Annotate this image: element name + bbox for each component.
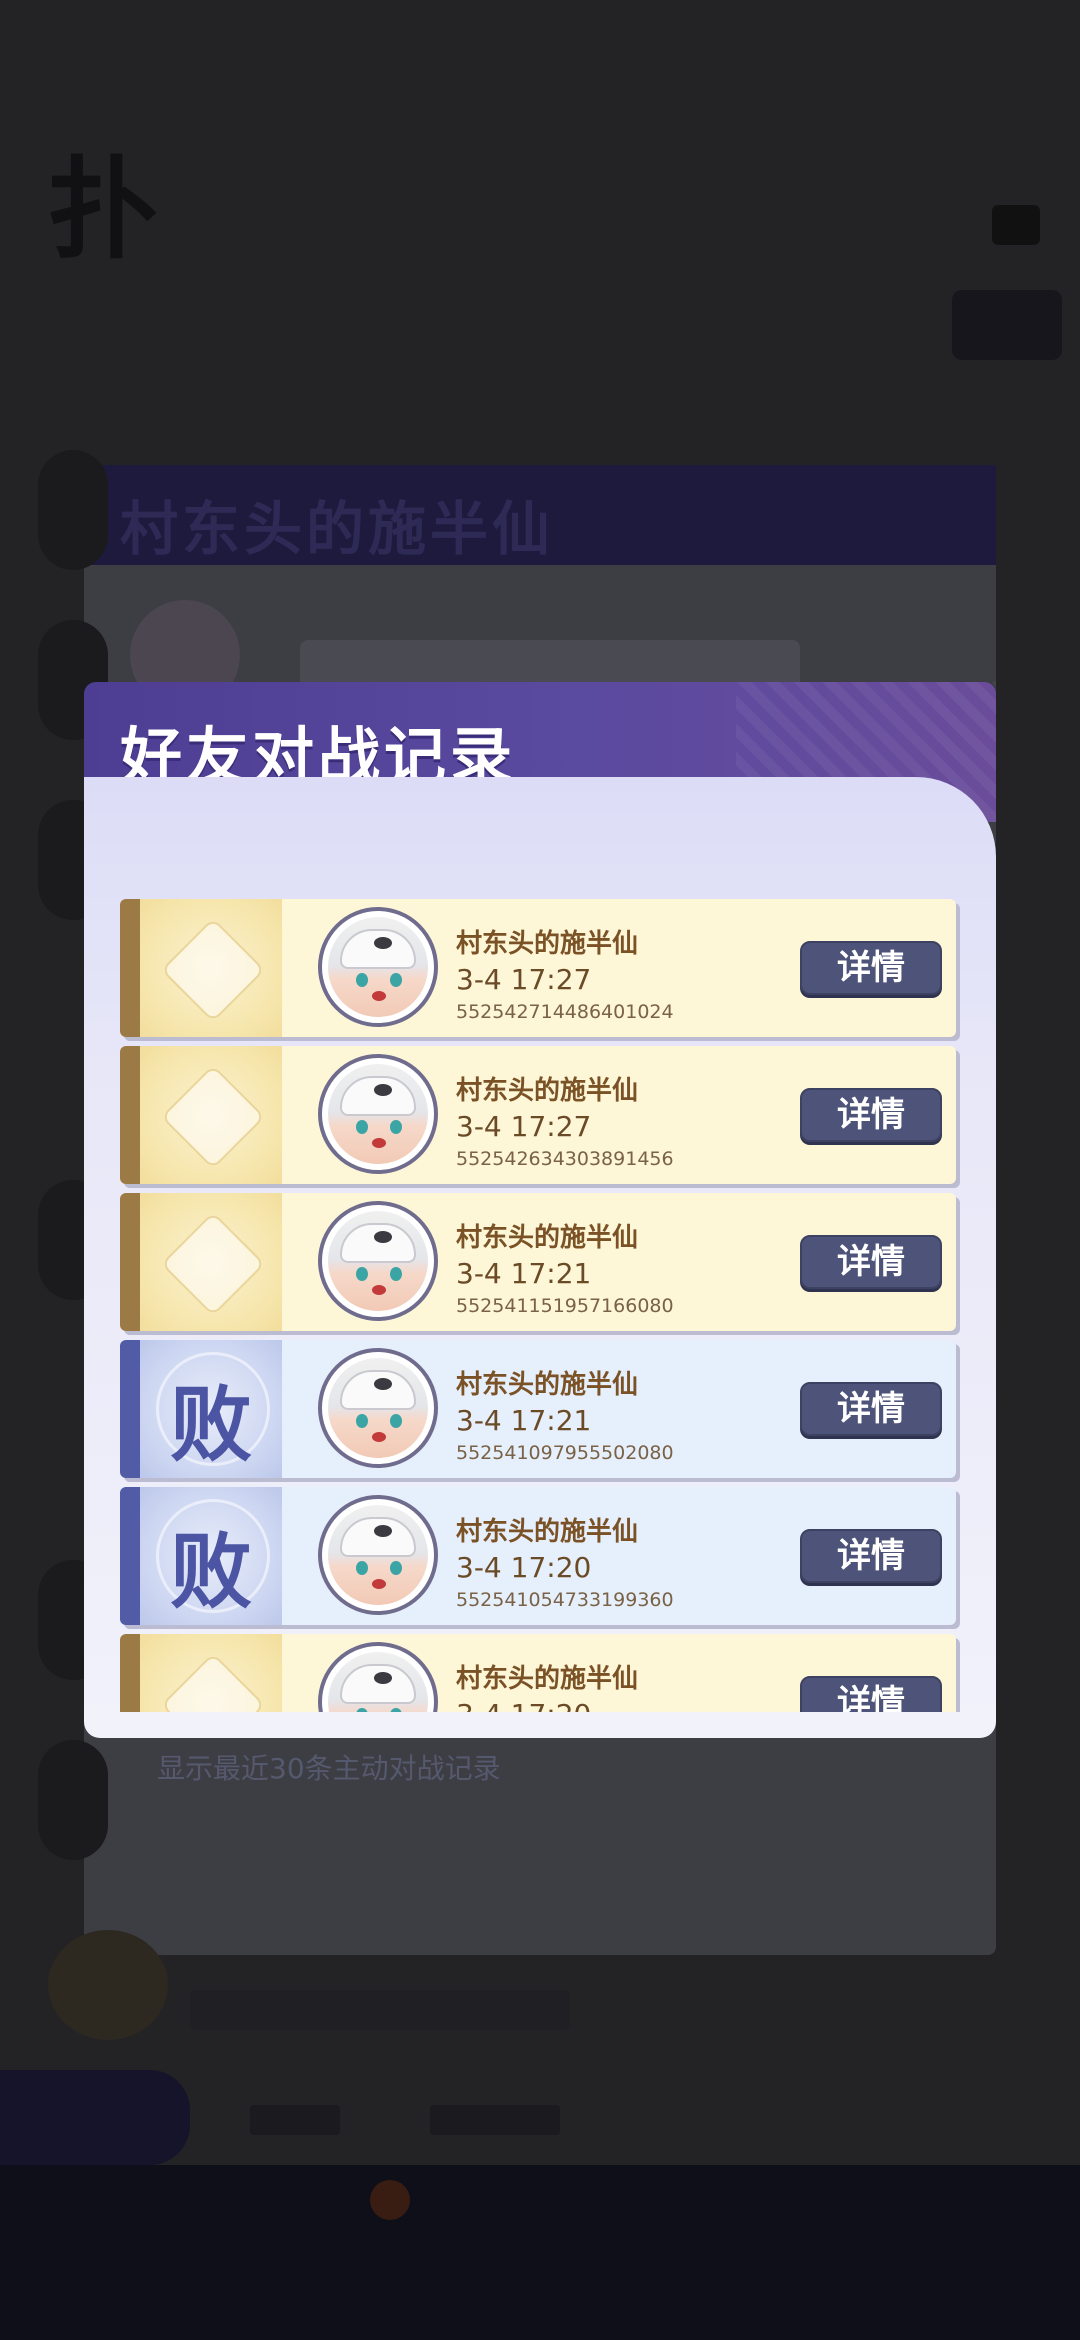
result-badge bbox=[140, 1046, 282, 1184]
result-stripe bbox=[120, 899, 140, 1037]
detail-button[interactable]: 详情 bbox=[800, 1529, 942, 1583]
battle-time: 3-4 17:21 bbox=[456, 1404, 592, 1437]
result-badge bbox=[140, 899, 282, 1037]
background-tab-active bbox=[0, 2070, 190, 2165]
win-diamond-icon bbox=[160, 1652, 266, 1712]
record-row: 败 村东头的施半仙 3-4 17:20 552541054733199360 详… bbox=[120, 1487, 956, 1625]
footer-note: 显示最近30条主动对战记录 bbox=[157, 1752, 501, 1785]
battle-time: 3-4 17:20 bbox=[456, 1551, 592, 1584]
result-label: 败 bbox=[169, 1377, 252, 1473]
battle-record-modal: 好友对战记录 村东头的施半仙 3-4 17:27 552542714486401… bbox=[84, 682, 996, 1785]
opponent-name: 村东头的施半仙 bbox=[456, 1370, 639, 1400]
battle-time: 3-4 17:20 bbox=[456, 1698, 591, 1712]
win-diamond-icon bbox=[160, 917, 266, 1023]
background-list-avatar bbox=[38, 1740, 108, 1860]
record-row: 村东头的施半仙 3-4 17:27 552542634303891456 详情 bbox=[120, 1046, 956, 1184]
background-panel-title: 村东头的施半仙 bbox=[120, 495, 555, 563]
background-corner-icon bbox=[992, 205, 1040, 245]
result-stripe bbox=[120, 1487, 140, 1625]
background-title: 扑 bbox=[48, 145, 158, 274]
battle-time: 3-4 17:27 bbox=[456, 1110, 592, 1143]
background-tab bbox=[250, 2105, 340, 2135]
background-bottom-nav bbox=[0, 2165, 1080, 2340]
modal-body: 村东头的施半仙 3-4 17:27 552542714486401024 详情 … bbox=[84, 777, 996, 1785]
result-badge: 败 bbox=[140, 1340, 282, 1478]
detail-button[interactable]: 详情 bbox=[800, 1235, 942, 1289]
record-list[interactable]: 村东头的施半仙 3-4 17:27 552542714486401024 详情 … bbox=[120, 899, 966, 1712]
detail-button[interactable]: 详情 bbox=[800, 1088, 942, 1142]
battle-id: 552541151957166080 bbox=[456, 1295, 674, 1317]
result-label: 败 bbox=[169, 1524, 252, 1620]
result-badge bbox=[140, 1193, 282, 1331]
record-row: 败 村东头的施半仙 3-4 17:21 552541097955502080 详… bbox=[120, 1340, 956, 1478]
result-badge bbox=[140, 1634, 282, 1712]
record-row: 村东头的施半仙 3-4 17:20 详情 bbox=[120, 1634, 956, 1712]
opponent-name: 村东头的施半仙 bbox=[456, 1664, 639, 1694]
battle-time: 3-4 17:21 bbox=[456, 1257, 592, 1290]
opponent-avatar bbox=[318, 1642, 438, 1712]
background-add-button bbox=[952, 290, 1062, 360]
battle-id: 552542714486401024 bbox=[456, 1001, 674, 1023]
win-diamond-icon bbox=[160, 1211, 266, 1317]
battle-time: 3-4 17:27 bbox=[456, 963, 592, 996]
opponent-avatar bbox=[318, 1054, 438, 1174]
result-stripe bbox=[120, 1193, 140, 1331]
result-stripe bbox=[120, 1634, 140, 1712]
opponent-name: 村东头的施半仙 bbox=[456, 1076, 639, 1106]
background-nav-icon bbox=[370, 2180, 410, 2220]
opponent-name: 村东头的施半仙 bbox=[456, 1517, 639, 1547]
opponent-avatar bbox=[318, 1201, 438, 1321]
background-list-avatar bbox=[38, 450, 108, 570]
opponent-name: 村东头的施半仙 bbox=[456, 1223, 639, 1253]
result-stripe bbox=[120, 1340, 140, 1478]
detail-button[interactable]: 详情 bbox=[800, 941, 942, 995]
opponent-avatar bbox=[318, 1495, 438, 1615]
result-badge: 败 bbox=[140, 1487, 282, 1625]
battle-id: 552542634303891456 bbox=[456, 1148, 674, 1170]
opponent-name: 村东头的施半仙 bbox=[456, 929, 639, 959]
win-diamond-icon bbox=[160, 1064, 266, 1170]
result-stripe bbox=[120, 1046, 140, 1184]
battle-id: 552541097955502080 bbox=[456, 1442, 674, 1464]
detail-button[interactable]: 详情 bbox=[800, 1382, 942, 1436]
background-tab bbox=[430, 2105, 560, 2135]
background-bottom-avatar bbox=[48, 1930, 168, 2040]
opponent-avatar bbox=[318, 1348, 438, 1468]
detail-button[interactable]: 详情 bbox=[800, 1676, 942, 1712]
background-bottom-text bbox=[190, 1990, 570, 2030]
battle-id: 552541054733199360 bbox=[456, 1589, 674, 1611]
opponent-avatar bbox=[318, 907, 438, 1027]
record-row: 村东头的施半仙 3-4 17:27 552542714486401024 详情 bbox=[120, 899, 956, 1037]
record-row: 村东头的施半仙 3-4 17:21 552541151957166080 详情 bbox=[120, 1193, 956, 1331]
